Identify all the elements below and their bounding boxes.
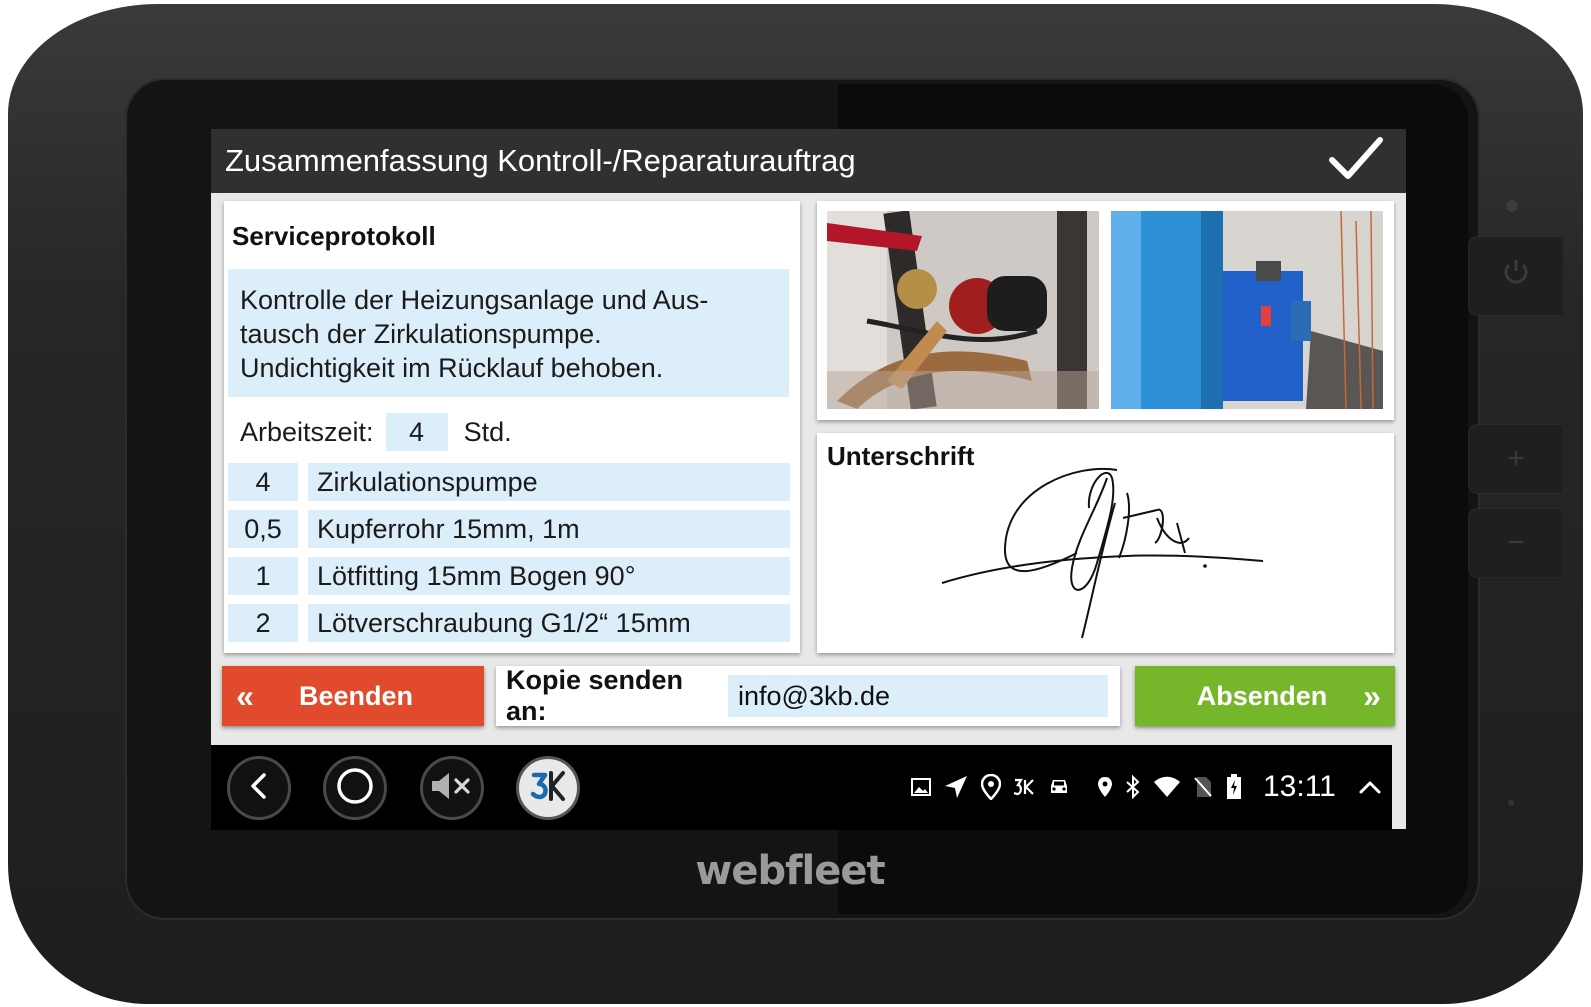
- home-button[interactable]: [323, 756, 387, 820]
- quantity-field[interactable]: 0,5: [228, 510, 298, 548]
- send-button[interactable]: Absenden »: [1135, 666, 1395, 726]
- list-item: 0,5 Kupferrohr 15mm, 1m: [228, 510, 790, 548]
- location-pin-icon: [981, 774, 1001, 800]
- mute-button[interactable]: [420, 756, 484, 820]
- clock: 13:11: [1263, 770, 1336, 803]
- microphone: [1508, 800, 1514, 806]
- car-icon: [1047, 777, 1071, 797]
- title-bar: Zusammenfassung Kontroll-/Reparaturauftr…: [211, 129, 1406, 193]
- system-nav-bar: 13:11: [211, 745, 1392, 830]
- battery-charging-icon: [1225, 774, 1243, 800]
- stop-button[interactable]: « Beenden: [222, 666, 484, 726]
- home-circle-icon: [335, 766, 375, 811]
- photo-boiler[interactable]: [1111, 211, 1383, 409]
- signature-panel[interactable]: Unterschrift: [817, 433, 1394, 653]
- copy-recipient-box: Kopie senden an:: [496, 665, 1120, 726]
- double-chevron-right-icon: »: [1363, 677, 1381, 714]
- material-list: 4 Zirkulationspumpe 0,5 Kupferrohr 15mm,…: [228, 463, 790, 651]
- email-field[interactable]: [728, 675, 1108, 717]
- no-sim-icon: [1193, 775, 1213, 799]
- description-line: tausch der Zirkulationspumpe.: [240, 319, 602, 349]
- quantity-field[interactable]: 1: [228, 557, 298, 595]
- checkmark-icon: [1328, 136, 1384, 187]
- worktime-unit: Std.: [463, 416, 512, 447]
- image-icon: [911, 778, 931, 796]
- list-item: 1 Lötfitting 15mm Bogen 90°: [228, 557, 790, 595]
- 3kb-app-button[interactable]: [516, 756, 580, 820]
- description-field[interactable]: Kontrolle der Heizungsanlage und Aus- ta…: [228, 269, 789, 397]
- volume-mute-icon: [430, 770, 474, 807]
- material-field[interactable]: Kupferrohr 15mm, 1m: [308, 510, 790, 548]
- list-item: 4 Zirkulationspumpe: [228, 463, 790, 501]
- double-chevron-left-icon: «: [236, 677, 254, 714]
- material-field[interactable]: Lötfitting 15mm Bogen 90°: [308, 557, 790, 595]
- 3kb-logo-icon: [525, 763, 571, 814]
- worktime-row: Arbeitszeit: 4 Std.: [240, 413, 512, 451]
- material-field[interactable]: Lötverschraubung G1/2“ 15mm: [308, 604, 790, 642]
- volume-down-button[interactable]: −: [1468, 508, 1564, 578]
- signature-image: [927, 448, 1287, 653]
- page-title: Zusammenfassung Kontroll-/Reparaturauftr…: [225, 143, 856, 178]
- photos-panel: [817, 201, 1394, 420]
- confirm-button[interactable]: [1328, 136, 1384, 187]
- back-button[interactable]: [227, 756, 291, 820]
- list-item: 2 Lötverschraubung G1/2“ 15mm: [228, 604, 790, 642]
- quantity-field[interactable]: 2: [228, 604, 298, 642]
- section-heading: Serviceprotokoll: [232, 221, 436, 251]
- photo-pump[interactable]: [827, 211, 1099, 409]
- service-protocol-panel: Serviceprotokoll Kontrolle der Heizungsa…: [224, 201, 800, 653]
- chevron-up-icon[interactable]: [1358, 779, 1382, 795]
- description-line: Undichtigkeit im Rücklauf behoben.: [240, 353, 664, 383]
- power-button[interactable]: [1468, 236, 1564, 316]
- volume-up-button[interactable]: +: [1468, 424, 1564, 494]
- worktime-field[interactable]: 4: [385, 413, 448, 451]
- bluetooth-icon: [1125, 775, 1141, 799]
- 3kb-status-icon: [1013, 778, 1035, 796]
- minus-icon: −: [1507, 526, 1525, 559]
- back-arrow-icon: [247, 772, 271, 805]
- power-icon: [1501, 257, 1531, 295]
- send-button-label: Absenden: [1196, 680, 1328, 711]
- status-icons: 13:11: [911, 769, 1382, 805]
- navigation-icon: [943, 774, 969, 800]
- action-bar: « Beenden Kopie senden an: Absenden »: [211, 661, 1406, 726]
- copy-label: Kopie senden an:: [506, 665, 684, 726]
- worktime-label: Arbeitszeit:: [240, 416, 374, 447]
- device-brand-logo: webfleet: [695, 848, 885, 894]
- plus-icon: +: [1507, 442, 1525, 475]
- gps-pin-icon: [1097, 776, 1113, 798]
- camera: [1506, 200, 1518, 212]
- app-screen: Zusammenfassung Kontroll-/Reparaturauftr…: [211, 129, 1406, 829]
- wifi-icon: [1153, 776, 1181, 798]
- description-line: Kontrolle der Heizungsanlage und Aus-: [240, 285, 709, 315]
- quantity-field[interactable]: 4: [228, 463, 298, 501]
- stop-button-label: Beenden: [298, 680, 414, 711]
- material-field[interactable]: Zirkulationspumpe: [308, 463, 790, 501]
